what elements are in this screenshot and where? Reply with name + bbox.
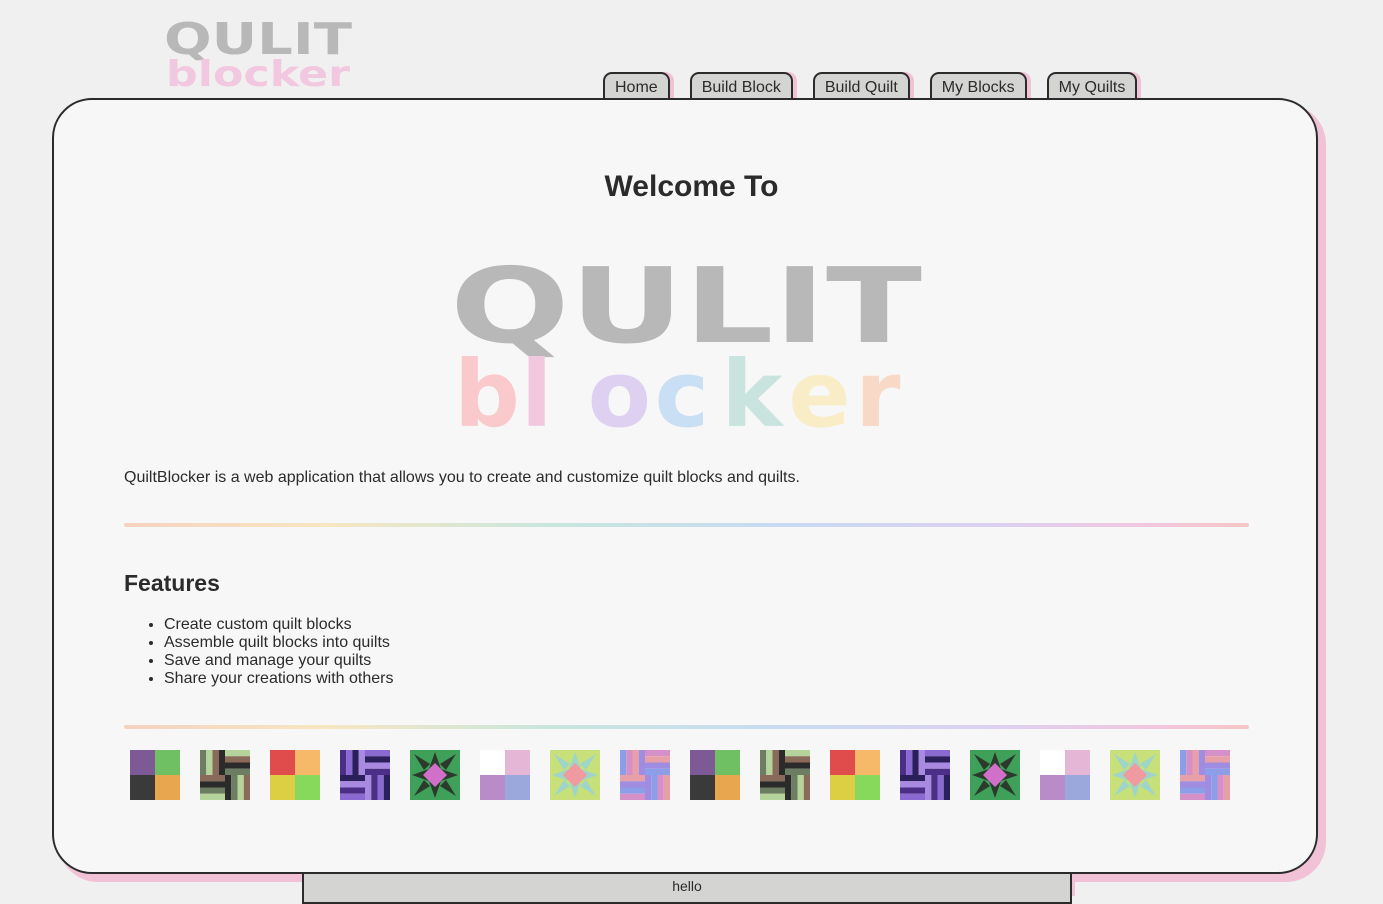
tab-my-quilts[interactable]: My Quilts <box>1046 72 1138 98</box>
hero-logo-letter: c <box>655 341 710 435</box>
feature-item: Create custom quilt blocks <box>164 616 393 634</box>
hero-logo-letter: k <box>721 341 784 435</box>
footer: hello <box>302 874 1072 904</box>
header-logo[interactable]: QULIT blocker <box>164 14 354 90</box>
quilt-block-thumbnail[interactable] <box>1110 750 1160 800</box>
main-nav: Home Build Block Build Quilt My Blocks M… <box>603 72 1138 98</box>
quilt-block-thumbnail[interactable] <box>830 750 880 800</box>
quilt-block-thumbnail[interactable] <box>900 750 950 800</box>
features-list: Create custom quilt blocks Assemble quil… <box>124 616 393 688</box>
tab-home[interactable]: Home <box>603 72 670 98</box>
features-heading: Features <box>124 570 220 596</box>
tab-build-block[interactable]: Build Block <box>689 72 793 98</box>
logo-word-bottom: blocker <box>166 54 350 90</box>
hero-logo-bottom: blocker <box>454 341 901 448</box>
quilt-block-thumbnail[interactable] <box>620 750 670 800</box>
quilt-block-thumbnail[interactable] <box>1040 750 1090 800</box>
feature-item: Share your creations with others <box>164 670 393 688</box>
rainbow-divider <box>124 523 1249 527</box>
rainbow-divider <box>124 725 1249 729</box>
quilt-block-thumbnail[interactable] <box>340 750 390 800</box>
hero-logo-letter: e <box>788 341 850 435</box>
quilt-block-thumbnail[interactable] <box>1180 750 1230 800</box>
hero-logo-letter: l <box>521 341 553 435</box>
quilt-block-thumbnail[interactable] <box>480 750 530 800</box>
hero-logo-letter: r <box>855 341 901 435</box>
tab-my-blocks[interactable]: My Blocks <box>929 72 1027 98</box>
quilt-block-thumbnail[interactable] <box>410 750 460 800</box>
intro-text: QuiltBlocker is a web application that a… <box>124 469 800 486</box>
quilt-block-thumbnail[interactable] <box>690 750 740 800</box>
hero-logo-letter: o <box>588 341 651 435</box>
quilt-block-thumbnail[interactable] <box>270 750 320 800</box>
quilt-block-thumbnail[interactable] <box>550 750 600 800</box>
quilt-block-thumbnail[interactable] <box>130 750 180 800</box>
hero-logo: QULIT blocker <box>450 245 930 448</box>
quilt-block-thumbnail[interactable] <box>970 750 1020 800</box>
hero-logo-letter: b <box>454 341 520 435</box>
welcome-heading: Welcome To <box>604 170 779 203</box>
feature-item: Save and manage your quilts <box>164 652 393 670</box>
tab-build-quilt[interactable]: Build Quilt <box>812 72 910 98</box>
quilt-block-thumbnail[interactable] <box>200 750 250 800</box>
feature-item: Assemble quilt blocks into quilts <box>164 634 393 652</box>
quilt-block-gallery <box>130 750 1250 800</box>
quilt-block-thumbnail[interactable] <box>760 750 810 800</box>
